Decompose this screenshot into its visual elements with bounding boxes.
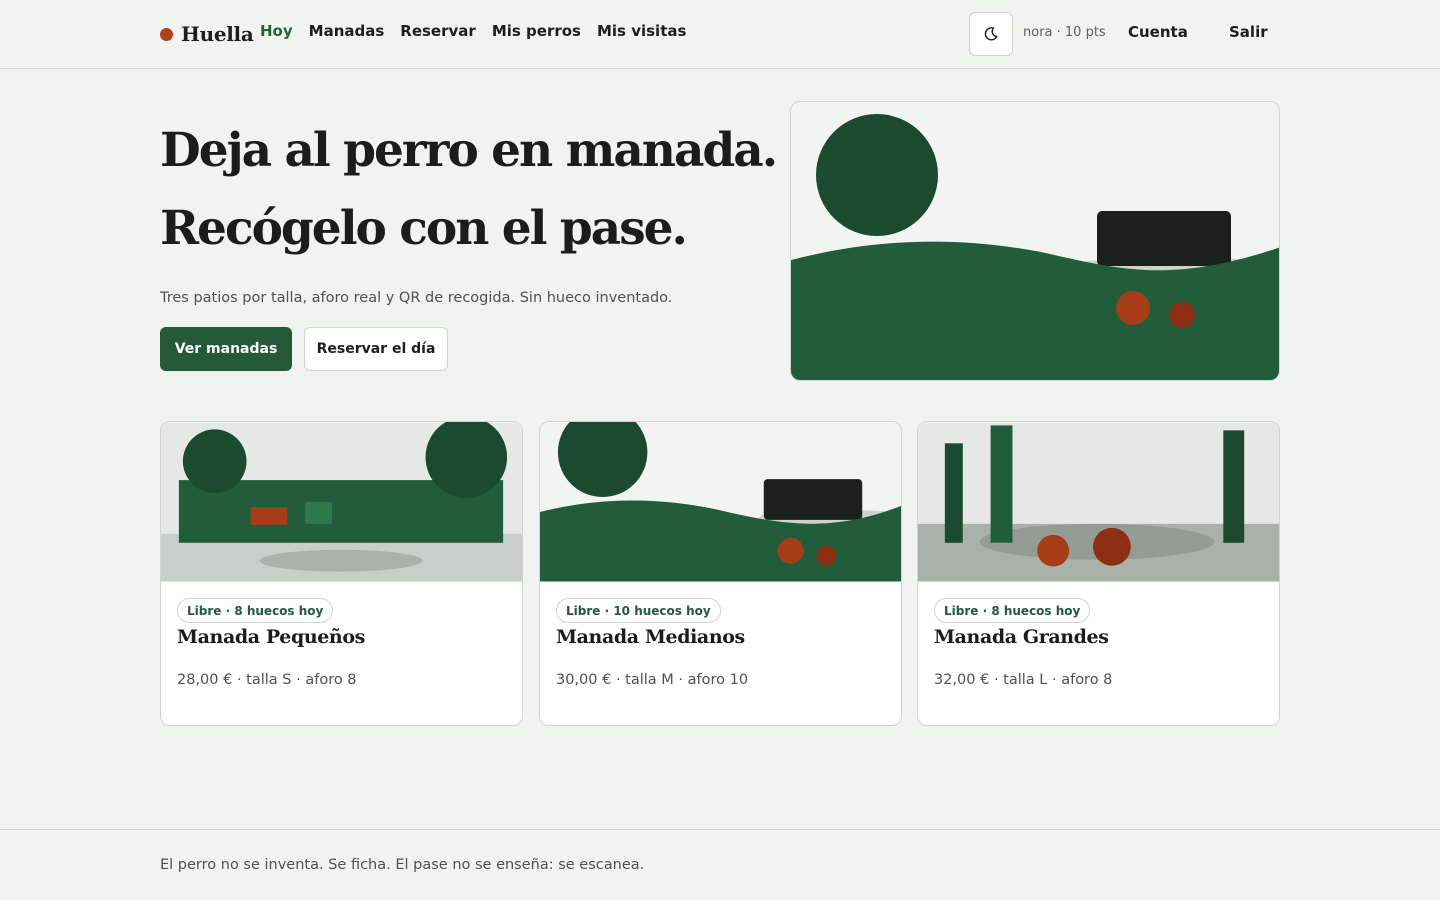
card-title: Manada Grandes [934, 626, 1109, 648]
user-points: nora · 10 pts [1023, 25, 1106, 40]
view-packs-button[interactable]: Ver manadas [160, 327, 292, 371]
pack-small-illustration [161, 422, 522, 582]
card-meta: 32,00 € · talla L · aforo 8 [934, 672, 1113, 688]
nav-item-manadas[interactable]: Manadas [309, 22, 385, 40]
nav-item-mis-visitas[interactable]: Mis visitas [597, 22, 686, 40]
card-title: Manada Medianos [556, 626, 745, 648]
brand-name: Huella [181, 22, 254, 46]
hero-subtitle: Tres patios por talla, aforo real y QR d… [160, 290, 673, 306]
logout-link[interactable]: Salir [1229, 23, 1268, 41]
nav-item-reservar[interactable]: Reservar [400, 22, 476, 40]
hero-title: Deja al perro en manada. Recógelo con el… [160, 112, 780, 268]
availability-badge: Libre · 10 huecos hoy [556, 598, 721, 623]
pack-card-large[interactable]: Libre · 8 huecos hoy Manada Grandes 32,0… [917, 421, 1280, 726]
moon-icon [984, 27, 998, 41]
main-nav: Hoy Manadas Reservar Mis perros Mis visi… [260, 22, 686, 40]
pack-medium-illustration [540, 422, 901, 582]
brand-logo[interactable]: Huella [160, 20, 254, 48]
pack-card-small[interactable]: Libre · 8 huecos hoy Manada Pequeños 28,… [160, 421, 523, 726]
card-title: Manada Pequeños [177, 626, 365, 648]
hero-title-line-1: Deja al perro en manada. [160, 123, 778, 178]
account-link[interactable]: Cuenta [1128, 23, 1188, 41]
pack-large-illustration [918, 422, 1279, 582]
brand-dot-icon [160, 27, 173, 41]
nav-item-mis-perros[interactable]: Mis perros [492, 22, 581, 40]
page-footer: El perro no se inventa. Se ficha. El pas… [0, 829, 1440, 900]
theme-toggle-button[interactable] [969, 12, 1013, 56]
top-navigation-bar: Huella Hoy Manadas Reservar Mis perros M… [0, 0, 1440, 69]
footer-tagline: El perro no se inventa. Se ficha. El pas… [160, 857, 645, 873]
book-day-button[interactable]: Reservar el día [304, 327, 448, 371]
card-meta: 28,00 € · talla S · aforo 8 [177, 672, 357, 688]
hero-title-line-2: Recógelo con el pase. [160, 201, 688, 256]
pack-card-medium[interactable]: Libre · 10 huecos hoy Manada Medianos 30… [539, 421, 902, 726]
card-meta: 30,00 € · talla M · aforo 10 [556, 672, 749, 688]
nav-item-hoy[interactable]: Hoy [260, 22, 293, 40]
availability-badge: Libre · 8 huecos hoy [177, 598, 334, 623]
availability-badge: Libre · 8 huecos hoy [934, 598, 1091, 623]
hero-illustration [790, 101, 1280, 381]
